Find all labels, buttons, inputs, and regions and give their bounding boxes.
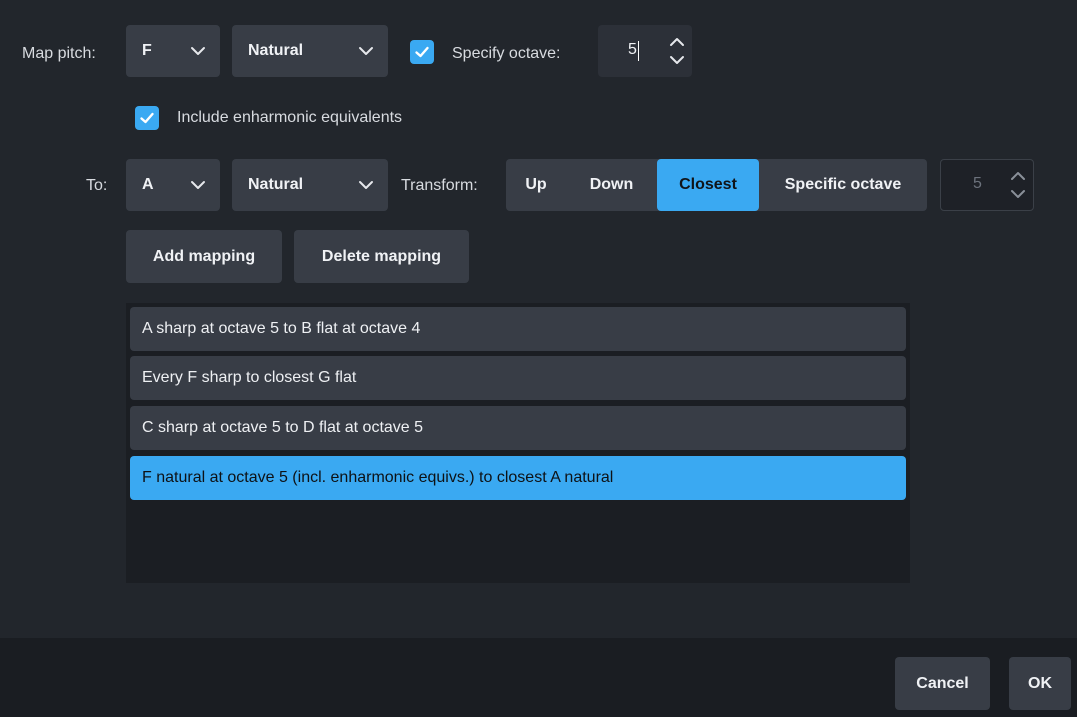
to-accidental-dropdown[interactable]: Natural — [232, 159, 388, 211]
transform-option-closest[interactable]: Closest — [657, 159, 759, 211]
map-pitch-octave-value: 5 — [628, 41, 637, 58]
checkmark-icon — [140, 112, 154, 124]
map-pitch-note-dropdown[interactable]: F — [126, 25, 220, 77]
transform-segmented-control: Up Down Closest Specific octave — [506, 159, 927, 211]
delete-mapping-button[interactable]: Delete mapping — [294, 230, 469, 283]
checkmark-icon — [415, 46, 429, 58]
map-pitch-note-value: F — [142, 42, 152, 59]
add-mapping-button[interactable]: Add mapping — [126, 230, 282, 283]
dialog-footer: Cancel OK — [0, 638, 1077, 717]
map-pitch-accidental-value: Natural — [248, 42, 304, 59]
include-enharmonic-label: Include enharmonic equivalents — [177, 109, 403, 126]
text-caret — [638, 41, 639, 61]
specify-octave-checkbox[interactable] — [410, 40, 434, 64]
to-octave-value: 5 — [973, 175, 982, 192]
transform-option-specific-octave[interactable]: Specific octave — [759, 159, 927, 211]
specify-octave-label: Specify octave: — [452, 45, 561, 62]
stepper-arrows — [1005, 160, 1031, 210]
stepper-arrows — [664, 25, 690, 77]
map-pitch-label: Map pitch: — [22, 45, 96, 62]
map-pitch-accidental-dropdown[interactable]: Natural — [232, 25, 388, 77]
mappings-list: A sharp at octave 5 to B flat at octave … — [126, 303, 910, 583]
transform-option-down[interactable]: Down — [566, 159, 657, 211]
mapping-list-item[interactable]: Every F sharp to closest G flat — [130, 356, 906, 400]
chevron-up-icon[interactable] — [1008, 167, 1028, 185]
chevron-down-icon — [359, 181, 373, 189]
mapping-list-item[interactable]: C sharp at octave 5 to D flat at octave … — [130, 406, 906, 450]
to-note-dropdown[interactable]: A — [126, 159, 220, 211]
include-enharmonic-checkbox[interactable] — [135, 106, 159, 130]
to-octave-stepper[interactable]: 5 — [940, 159, 1034, 211]
map-pitch-octave-stepper[interactable]: 5 — [598, 25, 692, 77]
chevron-down-icon[interactable] — [667, 51, 687, 69]
transform-label: Transform: — [401, 177, 478, 194]
chevron-up-icon[interactable] — [667, 33, 687, 51]
mapping-list-item[interactable]: A sharp at octave 5 to B flat at octave … — [130, 307, 906, 351]
chevron-down-icon[interactable] — [1008, 185, 1028, 203]
dialog-body: Map pitch: F Natural Specify octave: 5 I… — [0, 0, 1077, 638]
cancel-button[interactable]: Cancel — [895, 657, 990, 710]
to-accidental-value: Natural — [248, 176, 304, 193]
mapping-list-item-selected[interactable]: F natural at octave 5 (incl. enharmonic … — [130, 456, 906, 500]
chevron-down-icon — [191, 181, 205, 189]
chevron-down-icon — [191, 47, 205, 55]
to-label: To: — [86, 177, 108, 194]
to-note-value: A — [142, 176, 154, 193]
chevron-down-icon — [359, 47, 373, 55]
ok-button[interactable]: OK — [1009, 657, 1071, 710]
transform-option-up[interactable]: Up — [506, 159, 566, 211]
